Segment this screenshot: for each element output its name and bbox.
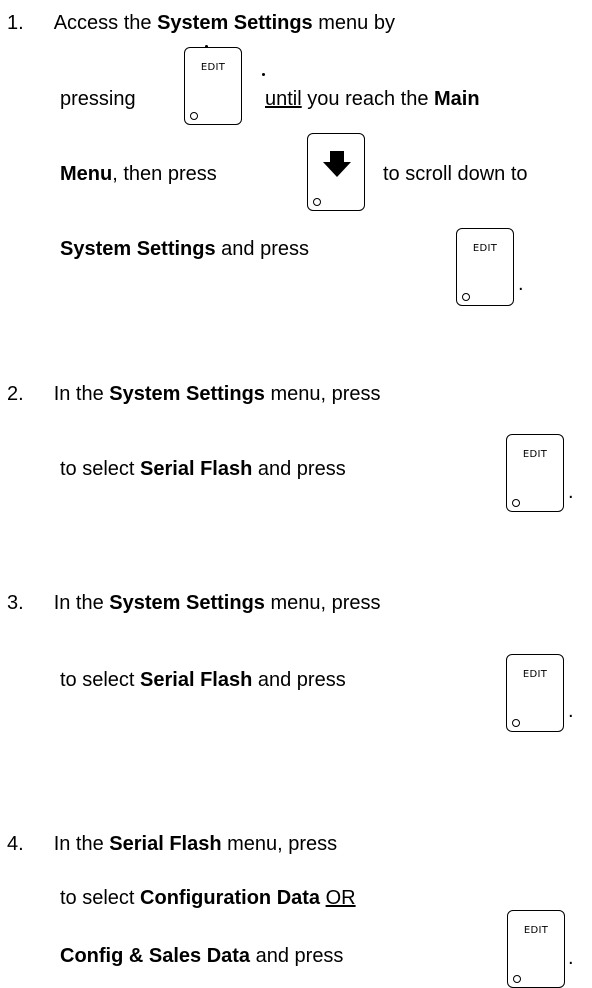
step-1-line-4: System Settings and press <box>60 238 309 260</box>
period: . <box>568 947 574 969</box>
indicator-light-icon <box>190 112 198 120</box>
period: . <box>568 700 574 722</box>
step-1-line-2a: pressing <box>60 88 136 110</box>
step-1-line-1: 1. Access the System Settings menu by <box>7 12 395 34</box>
indicator-light-icon <box>513 975 521 983</box>
step-number: 4. <box>7 833 24 855</box>
down-arrow-icon <box>323 151 351 177</box>
step-4-line-1: 4. In the Serial Flash menu, press <box>7 833 338 855</box>
down-arrow-key <box>307 133 365 211</box>
step-4-line-2: to select Configuration Data OR <box>60 887 356 909</box>
edit-key: EDIT <box>507 910 565 988</box>
step-2-line-2: to select Serial Flash and press <box>60 458 346 480</box>
step-4-line-3: Config & Sales Data and press <box>60 945 344 967</box>
step-3-line-1: 3. In the System Settings menu, press <box>7 592 381 614</box>
instruction-page: { "step1": { "number": "1.", "l1_a": "Ac… <box>0 0 592 988</box>
edit-key-label: EDIT <box>523 925 549 936</box>
edit-key-label: EDIT <box>472 243 498 254</box>
step-number: 2. <box>7 383 24 405</box>
period: . <box>568 481 574 503</box>
edit-key: EDIT <box>506 434 564 512</box>
period: . <box>518 273 524 295</box>
step-number: 1. <box>7 12 24 34</box>
edit-key: EDIT <box>184 47 242 125</box>
step-number: 3. <box>7 592 24 614</box>
edit-key: EDIT <box>456 228 514 306</box>
step-1-line-3a: Menu, then press <box>60 163 217 185</box>
edit-key-label: EDIT <box>200 62 226 73</box>
indicator-light-icon <box>313 198 321 206</box>
indicator-light-icon <box>462 293 470 301</box>
step-1-line-3b: to scroll down to <box>383 163 528 185</box>
step-2-line-1: 2. In the System Settings menu, press <box>7 383 381 405</box>
step-3-line-2: to select Serial Flash and press <box>60 669 346 691</box>
edit-key: EDIT <box>506 654 564 732</box>
edit-key-label: EDIT <box>522 669 548 680</box>
edit-key-label: EDIT <box>522 449 548 460</box>
step-1-line-2b: until you reach the Main <box>265 88 480 110</box>
indicator-light-icon <box>512 719 520 727</box>
indicator-light-icon <box>512 499 520 507</box>
stray-mark <box>262 73 265 76</box>
